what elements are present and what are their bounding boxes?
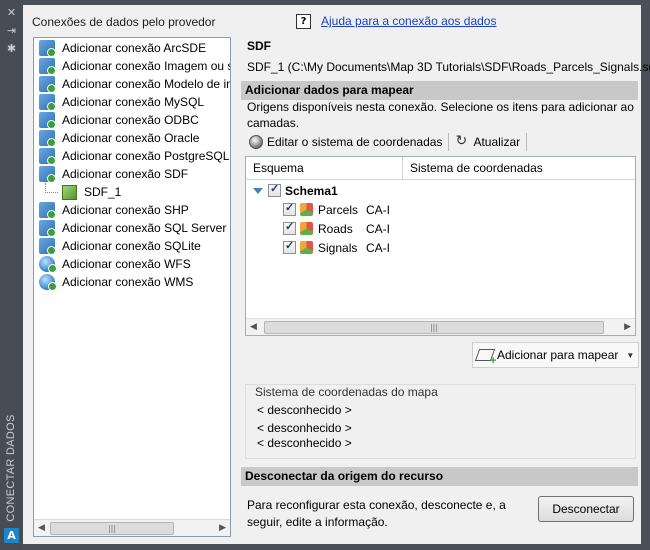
palette-strip: ✕ ⇥ ✱ CONECTAR DADOS A bbox=[0, 0, 23, 550]
scroll-thumb[interactable]: ||| bbox=[50, 522, 174, 535]
tree-item-wfs[interactable]: Adicionar conexão WFS bbox=[39, 255, 191, 273]
provider-tree[interactable]: Adicionar conexão ArcSDE Adicionar conex… bbox=[33, 37, 231, 537]
table-row[interactable]: Parcels CA-I bbox=[283, 200, 390, 219]
layer-checkbox[interactable] bbox=[283, 239, 296, 254]
connection-path: SDF_1 (C:\My Documents\Map 3D Tutorials\… bbox=[247, 60, 650, 74]
tree-item-odbc[interactable]: Adicionar conexão ODBC bbox=[39, 111, 199, 129]
grid-header: Esquema Sistema de coordenadas bbox=[246, 157, 635, 180]
auto-hide-icon[interactable]: ⇥ bbox=[5, 24, 18, 37]
tree-item-model[interactable]: Adicionar conexão Modelo de in bbox=[39, 75, 230, 93]
tree-item-oracle[interactable]: Adicionar conexão Oracle bbox=[39, 129, 199, 147]
window-border-right bbox=[641, 0, 650, 550]
scroll-left-arrow-icon[interactable]: ◀ bbox=[38, 523, 45, 533]
tree-item-postgresql[interactable]: Adicionar conexão PostgreSQL bbox=[39, 147, 229, 165]
feature-class-icon bbox=[300, 222, 313, 235]
collapse-arrow-icon[interactable] bbox=[253, 187, 263, 194]
autocad-logo-icon: A bbox=[4, 528, 19, 543]
toolbar-separator bbox=[448, 133, 450, 151]
settings-icon[interactable]: ✱ bbox=[5, 42, 18, 55]
schema-toolbar: Editar o sistema de coordenadas Atualiza… bbox=[245, 131, 529, 153]
connection-icon bbox=[39, 40, 56, 57]
connection-icon bbox=[39, 94, 56, 111]
add-to-map-button[interactable]: Adicionar para mapear ▼ bbox=[472, 342, 640, 368]
connection-title: SDF bbox=[247, 39, 271, 53]
tree-item-sdf[interactable]: Adicionar conexão SDF bbox=[39, 165, 188, 183]
globe-icon bbox=[39, 274, 57, 291]
layer-checkbox[interactable] bbox=[283, 201, 296, 216]
data-connect-panel: Conexões de dados pelo provedor Adiciona… bbox=[23, 5, 650, 544]
window-border-bottom bbox=[23, 544, 650, 550]
scroll-left-arrow-icon[interactable]: ◀ bbox=[250, 322, 257, 332]
refresh-button[interactable]: Atualizar bbox=[451, 132, 524, 152]
map-coord-value: < desconhecido > bbox=[257, 436, 352, 450]
tree-item-sqlserver[interactable]: Adicionar conexão SQL Server Sp bbox=[39, 219, 230, 237]
schema-checkbox[interactable] bbox=[268, 182, 281, 197]
connection-icon bbox=[39, 166, 56, 183]
feature-class-icon bbox=[300, 241, 313, 254]
add-layer-icon bbox=[474, 349, 496, 361]
connection-icon bbox=[39, 148, 56, 165]
map-coord-system-legend: Sistema de coordenadas do mapa bbox=[253, 385, 440, 399]
help-link[interactable]: Ajuda para a conexão aos dados bbox=[321, 14, 496, 28]
sdf-icon bbox=[62, 184, 77, 200]
tree-connector bbox=[45, 183, 58, 193]
connection-icon bbox=[39, 58, 56, 75]
scroll-right-arrow-icon[interactable]: ▶ bbox=[219, 523, 226, 533]
feature-class-icon bbox=[300, 203, 313, 216]
tree-item-sdf-1[interactable]: SDF_1 bbox=[39, 183, 121, 201]
close-icon[interactable]: ✕ bbox=[5, 6, 18, 19]
connection-icon bbox=[39, 76, 56, 93]
toolbar-separator bbox=[526, 133, 528, 151]
map-coord-value: < desconhecido > bbox=[257, 403, 352, 417]
edit-coordinate-system-button[interactable]: Editar o sistema de coordenadas bbox=[245, 132, 446, 152]
grid-horizontal-scrollbar[interactable]: ◀ ||| ▶ bbox=[246, 318, 635, 335]
table-row[interactable]: Roads CA-I bbox=[283, 219, 390, 238]
tree-item-arcsde[interactable]: Adicionar conexão ArcSDE bbox=[39, 39, 206, 57]
add-data-description: Origens disponíveis nesta conexão. Selec… bbox=[247, 100, 637, 130]
scroll-right-arrow-icon[interactable]: ▶ bbox=[624, 322, 631, 332]
column-header-schema[interactable]: Esquema bbox=[246, 157, 304, 179]
disconnect-description: Para reconfigurar esta conexão, desconec… bbox=[247, 498, 506, 529]
tree-horizontal-scrollbar[interactable]: ◀ ||| ▶ bbox=[34, 519, 230, 536]
add-data-header: Adicionar dados para mapear bbox=[241, 81, 638, 100]
globe-icon bbox=[249, 135, 263, 149]
refresh-icon bbox=[455, 132, 469, 149]
connection-icon bbox=[39, 220, 56, 237]
schema-row[interactable]: Schema1 bbox=[253, 181, 338, 200]
tree-item-shp[interactable]: Adicionar conexão SHP bbox=[39, 201, 189, 219]
palette-title: CONECTAR DADOS bbox=[5, 413, 17, 522]
map-coord-value: < desconhecido > bbox=[257, 421, 352, 435]
connection-icon bbox=[39, 112, 56, 129]
tree-item-mysql[interactable]: Adicionar conexão MySQL bbox=[39, 93, 204, 111]
column-header-coord-system[interactable]: Sistema de coordenadas bbox=[403, 157, 543, 179]
tree-item-wms[interactable]: Adicionar conexão WMS bbox=[39, 273, 193, 291]
connection-icon bbox=[39, 130, 56, 147]
disconnect-header: Desconectar da origem do recurso bbox=[241, 467, 638, 486]
schema-grid[interactable]: Esquema Sistema de coordenadas Schema1 P… bbox=[245, 156, 636, 336]
connection-icon bbox=[39, 202, 56, 219]
table-row[interactable]: Signals CA-I bbox=[283, 238, 390, 257]
connection-icon bbox=[39, 238, 56, 255]
provider-list-title: Conexões de dados pelo provedor bbox=[32, 15, 216, 29]
tree-item-sqlite[interactable]: Adicionar conexão SQLite bbox=[39, 237, 201, 255]
tree-item-raster[interactable]: Adicionar conexão Imagem ou s bbox=[39, 57, 230, 75]
layer-checkbox[interactable] bbox=[283, 220, 296, 235]
help-icon[interactable]: ? bbox=[296, 14, 311, 29]
globe-icon bbox=[39, 256, 57, 273]
scroll-thumb[interactable]: ||| bbox=[264, 321, 604, 334]
dropdown-arrow-icon[interactable]: ▼ bbox=[626, 351, 634, 360]
disconnect-button[interactable]: Desconectar bbox=[538, 496, 634, 522]
